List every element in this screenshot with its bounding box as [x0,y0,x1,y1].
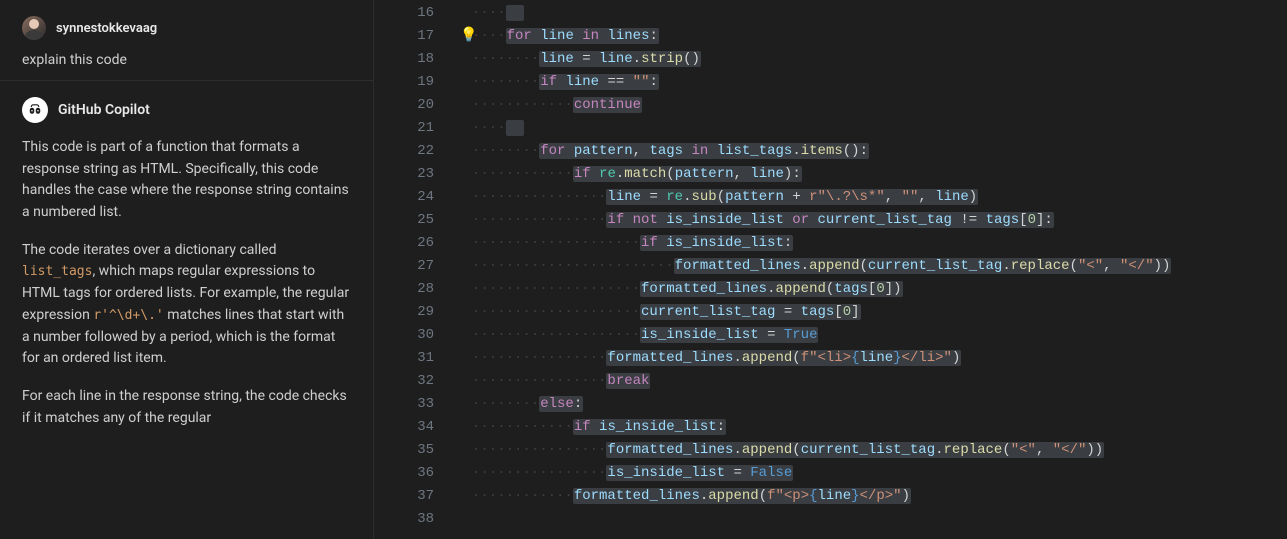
line-number: 33 [374,393,434,416]
line-number: 23 [374,163,434,186]
copilot-icon [22,97,48,123]
code-line[interactable]: ············if re.match(pattern, line): [472,163,1287,186]
code-content[interactable]: ···· ····for line in lines:········line … [456,0,1287,539]
code-line[interactable]: ················is_inside_list = False [472,462,1287,485]
code-line[interactable]: ················formatted_lines.append(c… [472,439,1287,462]
user-name: synnestokkevaag [56,21,157,36]
code-line[interactable]: ···· [472,117,1287,140]
line-number: 27 [374,255,434,278]
line-number: 35 [374,439,434,462]
code-line[interactable]: ············formatted_lines.append(f"<p>… [472,485,1287,508]
code-line[interactable]: ················line = re.sub(pattern + … [472,186,1287,209]
assistant-message-block: GitHub Copilot This code is part of a fu… [0,81,373,461]
code-line[interactable]: ················break [472,370,1287,393]
code-line[interactable]: ····················if is_inside_list: [472,232,1287,255]
chat-sidebar: synnestokkevaag explain this code GitHub… [0,0,374,539]
code-line[interactable]: ················if not is_inside_list or… [472,209,1287,232]
code-line[interactable]: ····················formatted_lines.appe… [472,278,1287,301]
assistant-para-3: For each line in the response string, th… [22,386,351,429]
assistant-response: This code is part of a function that for… [22,137,351,429]
inline-code: r'^\d+\.' [93,308,163,323]
user-message-block: synnestokkevaag explain this code [0,0,373,81]
assistant-para-1: This code is part of a function that for… [22,137,351,224]
line-number: 30 [374,324,434,347]
line-number: 38 [374,508,434,531]
code-line[interactable]: ············if is_inside_list: [472,416,1287,439]
code-line[interactable]: ····················is_inside_list = Tru… [472,324,1287,347]
line-number: 36 [374,462,434,485]
line-number: 32 [374,370,434,393]
code-line[interactable]: ········line = line.strip() [472,48,1287,71]
line-number: 20 [374,94,434,117]
code-line[interactable]: ························formatted_lines.… [472,255,1287,278]
user-avatar [22,16,46,40]
code-line[interactable]: ········for pattern, tags in list_tags.i… [472,140,1287,163]
line-number-gutter: 1617181920212223242526272829303132333435… [374,0,456,539]
line-number: 25 [374,209,434,232]
inline-code: list_tags [22,264,92,279]
code-line[interactable]: ····················current_list_tag = t… [472,301,1287,324]
line-number: 21 [374,117,434,140]
assistant-name: GitHub Copilot [58,102,150,118]
line-number: 29 [374,301,434,324]
code-line[interactable]: ···· [472,2,1287,25]
line-number: 24 [374,186,434,209]
line-number: 17 [374,25,434,48]
code-line[interactable]: ············continue [472,94,1287,117]
line-number: 31 [374,347,434,370]
code-line[interactable]: ····for line in lines: [472,25,1287,48]
line-number: 34 [374,416,434,439]
assistant-para-2: The code iterates over a dictionary call… [22,240,351,370]
code-editor[interactable]: 💡 16171819202122232425262728293031323334… [374,0,1287,539]
line-number: 26 [374,232,434,255]
line-number: 22 [374,140,434,163]
code-line[interactable]: ········else: [472,393,1287,416]
user-message-text: explain this code [22,52,351,68]
line-number: 19 [374,71,434,94]
code-line[interactable]: ········if line == "": [472,71,1287,94]
line-number: 28 [374,278,434,301]
line-number: 37 [374,485,434,508]
code-line[interactable]: ················formatted_lines.append(f… [472,347,1287,370]
line-number: 18 [374,48,434,71]
line-number: 16 [374,2,434,25]
